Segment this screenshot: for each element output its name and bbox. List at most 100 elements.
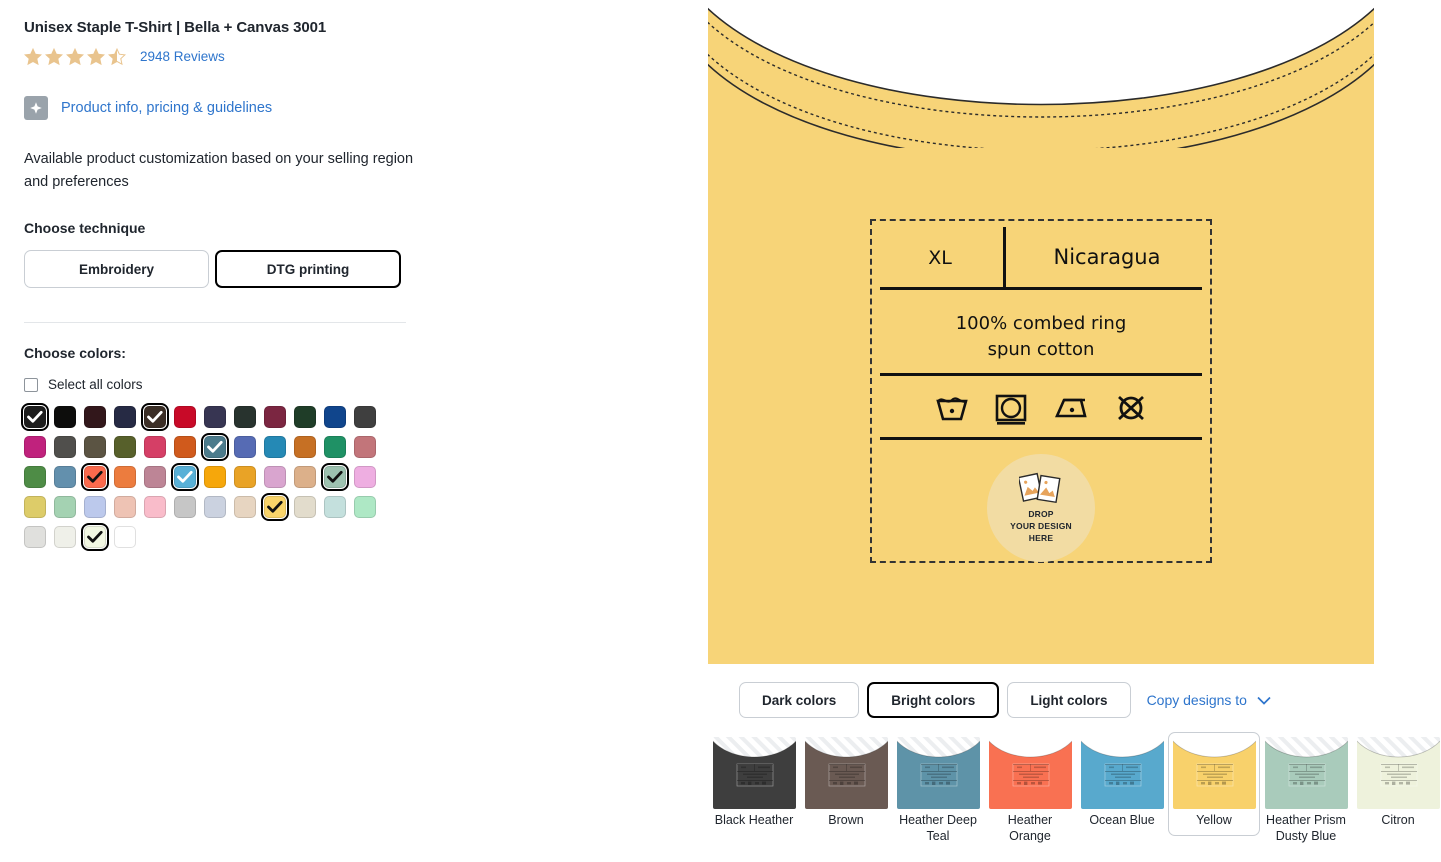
color-swatch[interactable]	[114, 466, 136, 489]
bottom-toolbar: Dark colors Bright colors Light colors C…	[708, 664, 1441, 862]
product-info-row[interactable]: Product info, pricing & guidelines	[24, 95, 676, 120]
color-thumbnail[interactable]: Heather Orange	[984, 732, 1076, 851]
color-swatch[interactable]	[354, 466, 376, 489]
star-rating	[24, 47, 126, 66]
color-swatch[interactable]	[24, 496, 46, 519]
color-swatch[interactable]	[261, 493, 289, 522]
copy-designs-to-dropdown[interactable]: Copy designs to	[1147, 692, 1271, 708]
color-swatch[interactable]	[294, 406, 316, 429]
shirt-preview[interactable]: XL Nicaragua 100% combed ring spun cotto…	[708, 0, 1374, 664]
label-size-text: XL	[928, 247, 952, 269]
color-thumbnail-label: Yellow	[1196, 813, 1232, 827]
select-all-checkbox[interactable]	[24, 377, 38, 392]
color-swatch[interactable]	[114, 436, 136, 459]
rating-row: 2948 Reviews	[24, 47, 676, 66]
drop-line-1: DROP	[1028, 508, 1054, 519]
color-swatch[interactable]	[294, 496, 316, 519]
color-swatch[interactable]	[264, 466, 286, 489]
color-swatch[interactable]	[21, 403, 49, 432]
color-thumbnail[interactable]: Heather Prism Dusty Blue	[1260, 732, 1352, 851]
color-swatch[interactable]	[24, 436, 46, 459]
color-swatch[interactable]	[114, 406, 136, 429]
color-swatch[interactable]	[24, 466, 46, 489]
color-swatch[interactable]	[324, 436, 346, 459]
color-thumbnail-label: Brown	[828, 813, 864, 827]
technique-dtg-printing-button[interactable]: DTG printing	[215, 250, 401, 289]
color-thumbnail[interactable]: Black Heather	[708, 732, 800, 836]
color-swatch[interactable]	[81, 463, 109, 492]
dark-colors-button[interactable]: Dark colors	[739, 682, 860, 718]
color-swatch-row	[24, 493, 676, 522]
color-swatch[interactable]	[234, 466, 256, 489]
color-swatch[interactable]	[204, 466, 226, 489]
color-swatch[interactable]	[354, 406, 376, 429]
star-filled-icon	[45, 47, 63, 65]
color-swatch[interactable]	[24, 526, 46, 549]
color-swatch[interactable]	[171, 463, 199, 492]
color-swatch[interactable]	[294, 436, 316, 459]
color-swatch[interactable]	[54, 436, 76, 459]
color-swatch[interactable]	[354, 436, 376, 459]
thumbnail-shirt-image	[1356, 737, 1440, 809]
color-swatch[interactable]	[114, 496, 136, 519]
color-swatch[interactable]	[141, 403, 169, 432]
thumbnail-shirt-image	[712, 737, 796, 809]
color-swatch[interactable]	[54, 466, 76, 489]
color-swatch[interactable]	[234, 406, 256, 429]
light-colors-button[interactable]: Light colors	[1007, 682, 1131, 718]
color-swatch[interactable]	[321, 463, 349, 492]
select-all-colors-label: Select all colors	[48, 377, 143, 393]
technique-embroidery-button[interactable]: Embroidery	[24, 250, 209, 289]
color-swatch[interactable]	[81, 523, 109, 552]
care-label: XL Nicaragua 100% combed ring spun cotto…	[870, 219, 1212, 563]
color-swatch[interactable]	[84, 406, 106, 429]
label-divider-1	[880, 287, 1202, 290]
color-swatch[interactable]	[174, 436, 196, 459]
color-thumbnail-label: Black Heather	[714, 813, 794, 827]
color-swatch[interactable]	[264, 406, 286, 429]
color-thumbnail-label: Heather Prism Dusty Blue	[1266, 813, 1346, 843]
color-thumbnail[interactable]: Heather Deep Teal	[892, 732, 984, 851]
bright-colors-button[interactable]: Bright colors	[867, 682, 1000, 718]
color-swatch[interactable]	[264, 436, 286, 459]
color-swatch[interactable]	[144, 466, 166, 489]
color-swatch[interactable]	[84, 496, 106, 519]
product-options-panel: Unisex Staple T-Shirt | Bella + Canvas 3…	[0, 0, 700, 862]
color-swatch[interactable]	[234, 436, 256, 459]
color-swatch[interactable]	[174, 406, 196, 429]
color-swatch[interactable]	[354, 496, 376, 519]
drop-design-zone[interactable]: DROP YOUR DESIGN HERE	[987, 454, 1095, 562]
tumble-dry-icon	[995, 394, 1026, 425]
color-swatch[interactable]	[201, 433, 229, 462]
collar-graphic	[708, 0, 1374, 148]
color-swatch[interactable]	[144, 436, 166, 459]
drop-line-2: YOUR DESIGN	[1010, 520, 1072, 531]
color-thumbnail[interactable]: Brown	[800, 732, 892, 836]
color-thumbnail[interactable]: Citron	[1352, 732, 1441, 836]
section-divider	[24, 322, 406, 324]
reviews-link[interactable]: 2948 Reviews	[140, 49, 225, 64]
product-info-link[interactable]: Product info, pricing & guidelines	[61, 100, 272, 116]
color-swatch[interactable]	[294, 466, 316, 489]
color-swatch[interactable]	[54, 406, 76, 429]
color-thumbnail[interactable]: Yellow	[1168, 732, 1260, 836]
color-swatch[interactable]	[324, 406, 346, 429]
color-swatch[interactable]	[204, 496, 226, 519]
select-all-colors-row[interactable]: Select all colors	[24, 377, 676, 392]
color-swatch[interactable]	[54, 496, 76, 519]
color-group-buttons: Dark colors Bright colors Light colors C…	[708, 664, 1441, 718]
color-swatch[interactable]	[234, 496, 256, 519]
color-swatch[interactable]	[144, 496, 166, 519]
color-swatch[interactable]	[174, 496, 196, 519]
chevron-down-icon	[1257, 696, 1271, 705]
color-swatch[interactable]	[114, 526, 136, 549]
care-symbols-row	[872, 393, 1210, 425]
color-swatch[interactable]	[84, 436, 106, 459]
color-swatch-row	[24, 433, 676, 462]
label-divider-2	[880, 373, 1202, 376]
color-swatch[interactable]	[54, 526, 76, 549]
color-thumbnail[interactable]: Ocean Blue	[1076, 732, 1168, 836]
thumbnail-shirt-image	[988, 737, 1072, 809]
color-swatch[interactable]	[324, 496, 346, 519]
color-swatch[interactable]	[204, 406, 226, 429]
